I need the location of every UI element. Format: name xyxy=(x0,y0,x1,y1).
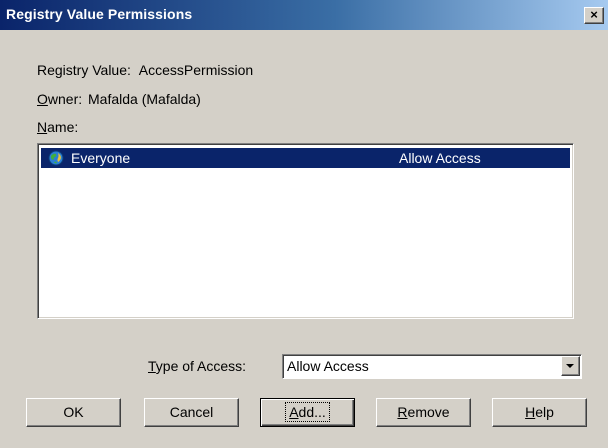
list-item-access: Allow Access xyxy=(399,150,481,166)
globe-icon xyxy=(48,150,64,166)
window-title: Registry Value Permissions xyxy=(6,6,193,22)
owner-row: Owner: Mafalda (Mafalda) xyxy=(37,91,201,107)
type-of-access-value: Allow Access xyxy=(287,358,369,374)
registry-value-row: Registry Value: AccessPermission xyxy=(37,62,253,78)
close-button[interactable]: × xyxy=(584,7,604,24)
list-item[interactable]: Everyone Allow Access xyxy=(41,148,570,168)
add-button[interactable]: Add... xyxy=(260,398,355,427)
ok-button[interactable]: OK xyxy=(26,398,121,427)
registry-value-label: Registry Value: xyxy=(37,62,131,78)
help-button[interactable]: Help xyxy=(492,398,587,427)
name-label: Name: xyxy=(37,119,79,135)
owner-value: Mafalda (Mafalda) xyxy=(88,91,201,107)
chevron-down-icon[interactable] xyxy=(561,356,580,376)
add-label: Add... xyxy=(285,402,330,422)
type-of-access-label: Type of Access: xyxy=(148,358,247,374)
list-item-name: Everyone xyxy=(71,150,131,166)
cancel-button[interactable]: Cancel xyxy=(144,398,239,427)
type-of-access-select[interactable]: Allow Access xyxy=(282,354,582,379)
cancel-label: Cancel xyxy=(169,404,214,420)
title-bar[interactable]: Registry Value Permissions × xyxy=(0,0,608,30)
registry-value-text: AccessPermission xyxy=(138,62,254,78)
owner-label: Owner: xyxy=(37,91,83,107)
remove-label: Remove xyxy=(397,404,450,420)
permissions-list[interactable]: Everyone Allow Access xyxy=(37,143,574,319)
ok-label: OK xyxy=(63,404,84,420)
close-icon: × xyxy=(590,7,598,22)
help-label: Help xyxy=(525,404,554,420)
remove-button[interactable]: Remove xyxy=(376,398,471,427)
